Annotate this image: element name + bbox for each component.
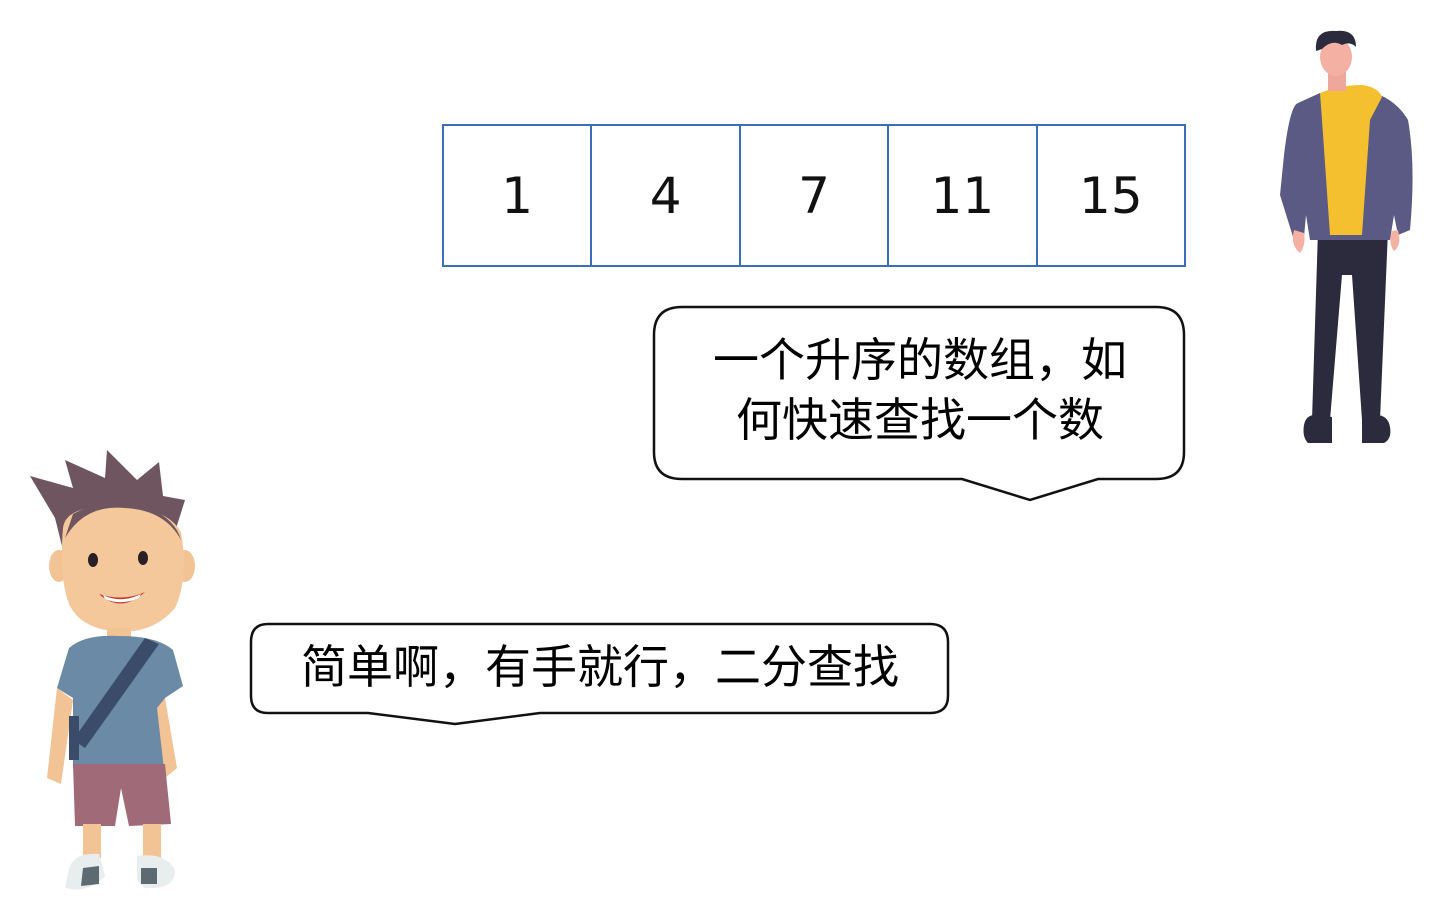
answer-speech-text: 简单啊，有手就行，二分查找 xyxy=(301,640,899,694)
question-speech-text: 一个升序的数组，如 何快速查找一个数 xyxy=(713,333,1127,447)
speech-bubbles-outline xyxy=(249,305,1186,726)
cartoon-boy-illustration xyxy=(30,450,195,890)
